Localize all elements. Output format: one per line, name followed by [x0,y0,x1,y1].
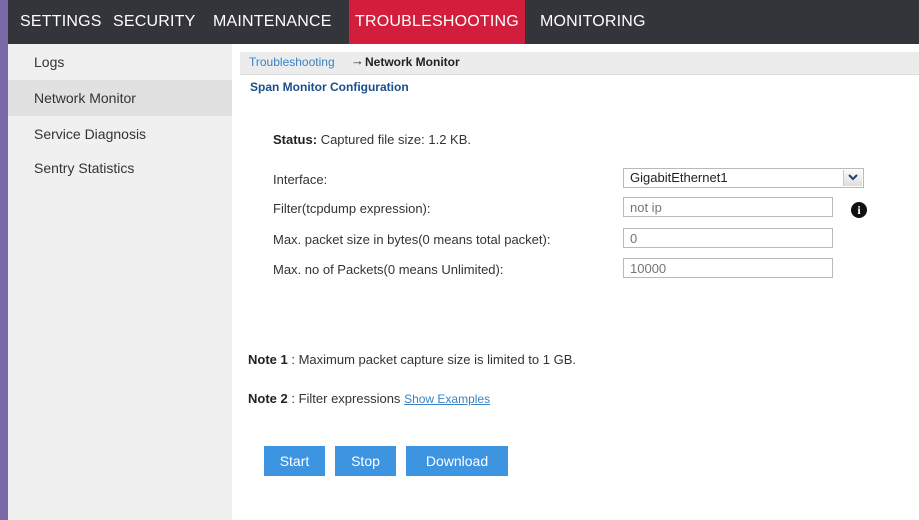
sidebar-item-network-monitor[interactable]: Network Monitor [8,80,232,116]
max-packets-input[interactable] [623,258,833,278]
dropdown-button[interactable] [843,170,862,186]
show-examples-link[interactable]: Show Examples [404,392,490,406]
section-title: Span Monitor Configuration [250,80,409,94]
sidebar-item-logs[interactable]: Logs [8,44,232,80]
start-button[interactable]: Start [264,446,325,476]
stop-button[interactable]: Stop [335,446,396,476]
info-icon[interactable]: i [851,202,867,218]
note-2: Note 2 : Filter expressions Show Example… [248,391,490,406]
tab-security[interactable]: SECURITY [113,0,196,44]
note-1-label: Note 1 [248,352,288,367]
breadcrumb-link-troubleshooting[interactable]: Troubleshooting [249,55,335,69]
note-2-label: Note 2 [248,391,288,406]
breadcrumb-current: Network Monitor [365,55,460,69]
filter-label: Filter(tcpdump expression): [273,201,431,216]
interface-select-value: GigabitEthernet1 [630,170,728,185]
tab-troubleshooting[interactable]: TROUBLESHOOTING [349,0,525,44]
top-navigation: SETTINGS SECURITY MAINTENANCE TROUBLESHO… [0,0,919,44]
breadcrumb-arrow-icon: → [351,53,364,68]
status-text: Captured file size: 1.2 KB. [320,132,471,147]
status-line: Status: Captured file size: 1.2 KB. [273,132,471,147]
max-size-input[interactable] [623,228,833,248]
max-size-label: Max. packet size in bytes(0 means total … [273,232,551,247]
tab-settings[interactable]: SETTINGS [20,0,102,44]
note-1-text: : Maximum packet capture size is limited… [287,352,577,367]
interface-label: Interface: [273,172,328,187]
status-label: Status: [273,132,318,147]
breadcrumb: Troubleshooting → Network Monitor [240,52,919,75]
sidebar-item-sentry-statistics[interactable]: Sentry Statistics [8,150,232,186]
filter-input[interactable] [623,197,833,217]
sidebar: Logs Network Monitor Service Diagnosis S… [0,44,232,520]
tab-maintenance[interactable]: MAINTENANCE [213,0,332,44]
note-2-text: : Filter expressions [287,391,405,406]
max-packets-label: Max. no of Packets(0 means Unlimited): [273,262,504,277]
sidebar-item-service-diagnosis[interactable]: Service Diagnosis [8,116,232,152]
interface-select[interactable]: GigabitEthernet1 [623,168,864,188]
download-button[interactable]: Download [406,446,508,476]
tab-monitoring[interactable]: MONITORING [540,0,646,44]
chevron-down-icon [848,174,858,181]
note-1: Note 1 : Maximum packet capture size is … [248,352,576,367]
